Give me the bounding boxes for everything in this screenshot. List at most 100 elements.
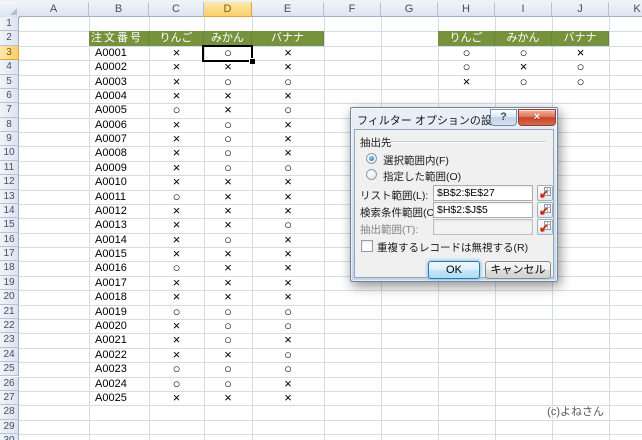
- grid-cell-C26[interactable]: ○: [149, 377, 204, 391]
- grid-cell-E24[interactable]: ○: [252, 348, 324, 362]
- row-header-20[interactable]: 20: [0, 290, 19, 305]
- fill-handle[interactable]: [249, 57, 255, 64]
- grid-cell-B19[interactable]: A0017: [89, 276, 149, 290]
- grid-cell-E8[interactable]: ×: [252, 118, 324, 132]
- column-header-I[interactable]: I: [495, 2, 552, 17]
- grid-cell-E7[interactable]: ○: [252, 103, 324, 117]
- close-icon[interactable]: ×: [518, 109, 556, 126]
- radio-filter-in-place-label[interactable]: 選択範囲内(F): [383, 153, 449, 168]
- radio-copy-to-location-label[interactable]: 指定した範囲(O): [383, 169, 461, 184]
- table-header-cell[interactable]: りんご: [149, 31, 204, 46]
- grid-cell-C27[interactable]: ×: [149, 391, 204, 405]
- row-header-7[interactable]: 7: [0, 103, 19, 118]
- row-header-5[interactable]: 5: [0, 74, 19, 89]
- criteria-range-picker-button[interactable]: [537, 202, 553, 218]
- grid-cell-H4[interactable]: ○: [438, 60, 495, 74]
- row-header-25[interactable]: 25: [0, 362, 19, 377]
- column-header-A[interactable]: A: [19, 2, 89, 17]
- grid-cell-C6[interactable]: ×: [149, 89, 204, 103]
- grid-cell-E16[interactable]: ×: [252, 233, 324, 247]
- row-header-6[interactable]: 6: [0, 88, 19, 104]
- grid-cell-D14[interactable]: ×: [204, 204, 252, 218]
- grid-cell-E19[interactable]: ×: [252, 276, 324, 290]
- grid-cell-E27[interactable]: ×: [252, 391, 324, 405]
- grid-cell-E26[interactable]: ×: [252, 377, 324, 391]
- row-header-14[interactable]: 14: [0, 203, 19, 219]
- grid-cell-B21[interactable]: A0019: [89, 305, 149, 319]
- row-header-16[interactable]: 16: [0, 232, 19, 248]
- grid-cell-D6[interactable]: ×: [204, 89, 252, 103]
- grid-cell-C4[interactable]: ×: [149, 60, 204, 74]
- grid-cell-E21[interactable]: ○: [252, 305, 324, 319]
- row-header-30[interactable]: 30: [0, 434, 19, 440]
- copy-to-range-picker-button[interactable]: [537, 219, 553, 235]
- grid-cell-E3[interactable]: ×: [252, 46, 324, 60]
- grid-cell-C19[interactable]: ×: [149, 276, 204, 290]
- grid-cell-C24[interactable]: ×: [149, 348, 204, 362]
- grid-cell-D15[interactable]: ×: [204, 218, 252, 232]
- grid-cell-C20[interactable]: ×: [149, 290, 204, 304]
- grid-cell-B23[interactable]: A0021: [89, 333, 149, 347]
- grid-cell-C9[interactable]: ×: [149, 132, 204, 146]
- grid-cell-E10[interactable]: ×: [252, 146, 324, 160]
- grid-cell-E11[interactable]: ○: [252, 161, 324, 175]
- grid-cell-B12[interactable]: A0010: [89, 175, 149, 189]
- row-header-18[interactable]: 18: [0, 261, 19, 276]
- grid-cell-D9[interactable]: ○: [204, 132, 252, 146]
- column-header-C[interactable]: C: [149, 2, 204, 17]
- grid-cell-D16[interactable]: ○: [204, 233, 252, 247]
- active-cell-border[interactable]: [202, 44, 255, 64]
- grid-cell-I5[interactable]: ○: [495, 75, 552, 89]
- column-header-K[interactable]: K: [609, 2, 642, 17]
- grid-cell-H3[interactable]: ○: [438, 46, 495, 60]
- column-header-B[interactable]: B: [89, 2, 149, 17]
- row-header-4[interactable]: 4: [0, 60, 19, 75]
- grid-cell-E4[interactable]: ×: [252, 60, 324, 74]
- grid-cell-B10[interactable]: A0008: [89, 146, 149, 160]
- grid-cell-C7[interactable]: ○: [149, 103, 204, 117]
- list-range-picker-button[interactable]: [537, 185, 553, 201]
- grid-cell-E5[interactable]: ○: [252, 75, 324, 89]
- grid-cell-B5[interactable]: A0003: [89, 75, 149, 89]
- criteria-header-cell[interactable]: バナナ: [552, 31, 609, 46]
- grid-cell-D23[interactable]: ○: [204, 333, 252, 347]
- grid-cell-H5[interactable]: ×: [438, 75, 495, 89]
- row-header-21[interactable]: 21: [0, 304, 19, 319]
- grid-cell-C8[interactable]: ×: [149, 118, 204, 132]
- grid-cell-E22[interactable]: ○: [252, 319, 324, 333]
- grid-cell-D24[interactable]: ×: [204, 348, 252, 362]
- grid-cell-B20[interactable]: A0018: [89, 290, 149, 304]
- grid-cell-B26[interactable]: A0024: [89, 377, 149, 391]
- row-header-19[interactable]: 19: [0, 275, 19, 291]
- grid-cell-B14[interactable]: A0012: [89, 204, 149, 218]
- table-header-cell[interactable]: バナナ: [252, 31, 324, 46]
- grid-cell-D5[interactable]: ○: [204, 75, 252, 89]
- grid-cell-B4[interactable]: A0002: [89, 60, 149, 74]
- grid-cell-D17[interactable]: ×: [204, 247, 252, 261]
- row-header-13[interactable]: 13: [0, 189, 19, 204]
- criteria-header-cell[interactable]: りんご: [438, 31, 495, 46]
- grid-cell-B27[interactable]: A0025: [89, 391, 149, 405]
- criteria-header-cell[interactable]: みかん: [495, 31, 552, 46]
- grid-cell-D11[interactable]: ○: [204, 161, 252, 175]
- grid-cell-C21[interactable]: ○: [149, 305, 204, 319]
- row-header-9[interactable]: 9: [0, 132, 19, 147]
- grid-cell-C11[interactable]: ×: [149, 161, 204, 175]
- row-header-26[interactable]: 26: [0, 376, 19, 391]
- help-icon[interactable]: ?: [490, 109, 517, 126]
- grid-cell-J3[interactable]: ×: [552, 46, 609, 60]
- grid-cell-E9[interactable]: ×: [252, 132, 324, 146]
- grid-cell-D13[interactable]: ×: [204, 190, 252, 204]
- select-all-corner[interactable]: [0, 2, 20, 18]
- column-header-H[interactable]: H: [438, 2, 495, 17]
- row-header-1[interactable]: 1: [0, 17, 19, 32]
- row-header-23[interactable]: 23: [0, 333, 19, 348]
- column-header-E[interactable]: E: [252, 2, 324, 17]
- grid-cell-I4[interactable]: ×: [495, 60, 552, 74]
- grid-cell-B9[interactable]: A0007: [89, 132, 149, 146]
- grid-cell-E23[interactable]: ×: [252, 333, 324, 347]
- grid-cell-B6[interactable]: A0004: [89, 89, 149, 103]
- grid-cell-B22[interactable]: A0020: [89, 319, 149, 333]
- row-header-22[interactable]: 22: [0, 318, 19, 334]
- criteria-range-input[interactable]: $H$2:$J$5: [433, 202, 533, 218]
